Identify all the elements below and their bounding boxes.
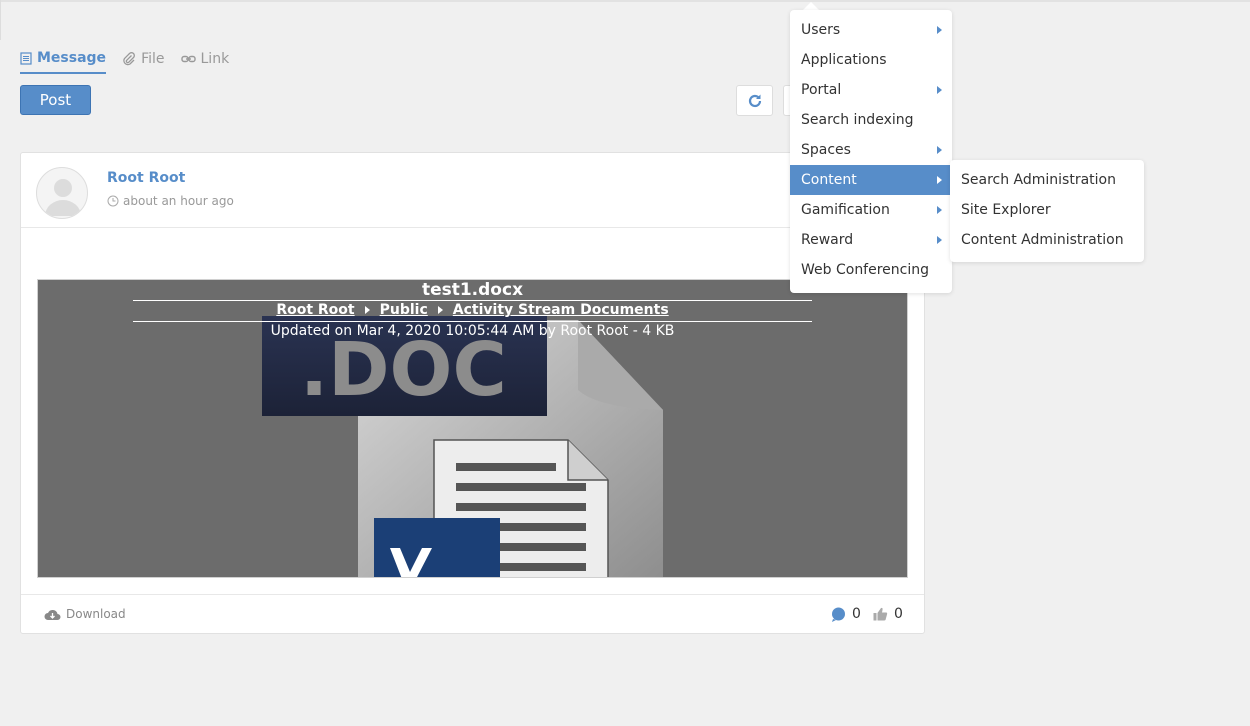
- tab-link-label: Link: [200, 51, 230, 67]
- menu-item-gamification[interactable]: Gamification: [790, 195, 950, 225]
- breadcrumb-separator-icon: [437, 306, 443, 314]
- menu-item-reward[interactable]: Reward: [790, 225, 950, 255]
- download-label: Download: [66, 607, 126, 621]
- breadcrumb-root-root[interactable]: Root Root: [276, 302, 354, 318]
- refresh-icon: [748, 94, 761, 107]
- menu-item-users[interactable]: Users: [790, 15, 950, 45]
- submenu-item-label: Site Explorer: [961, 202, 1051, 218]
- file-title[interactable]: test1.docx: [38, 280, 907, 300]
- menu-item-content[interactable]: Content: [790, 165, 950, 195]
- submenu-arrow-icon: [937, 146, 942, 154]
- menu-item-label: Users: [801, 22, 841, 38]
- activity-footer: Download 0 0: [21, 594, 924, 634]
- menu-item-label: Content: [801, 172, 857, 188]
- breadcrumb-separator-icon: [364, 306, 370, 314]
- submenu-item-content-administration[interactable]: Content Administration: [950, 225, 1144, 255]
- comment-count: 0: [852, 606, 861, 622]
- top-border: [0, 0, 1250, 2]
- submenu-arrow-icon: [937, 86, 942, 94]
- comment-button[interactable]: 0: [831, 606, 861, 622]
- menu-item-label: Applications: [801, 52, 887, 68]
- menu-item-spaces[interactable]: Spaces: [790, 135, 950, 165]
- submenu-item-label: Search Administration: [961, 172, 1116, 188]
- administration-menu: Users Applications Portal Search indexin…: [790, 10, 952, 293]
- tab-file-label: File: [141, 51, 165, 67]
- submenu-item-site-explorer[interactable]: Site Explorer: [950, 195, 1144, 225]
- title-divider-top: [133, 300, 812, 301]
- composer-tabs: Message File Link: [20, 44, 229, 74]
- submenu-item-label: Content Administration: [961, 232, 1124, 248]
- document-preview[interactable]: .DOC test1.docx Root Root Public Activit…: [37, 279, 908, 578]
- submenu-item-search-administration[interactable]: Search Administration: [950, 165, 1144, 195]
- menu-item-portal[interactable]: Portal: [790, 75, 950, 105]
- post-time: about an hour ago: [107, 194, 234, 208]
- comment-icon: [832, 607, 845, 622]
- submenu-arrow-icon: [937, 206, 942, 214]
- tab-link[interactable]: Link: [180, 44, 230, 74]
- default-user-icon: [45, 179, 81, 216]
- menu-item-label: Reward: [801, 232, 854, 248]
- activity-header: Root Root about an hour ago: [21, 153, 924, 228]
- menu-item-label: Gamification: [801, 202, 890, 218]
- paperclip-icon: [123, 52, 136, 66]
- breadcrumb: Root Root Public Activity Stream Documen…: [38, 302, 907, 318]
- file-updated-info: Updated on Mar 4, 2020 10:05:44 AM by Ro…: [270, 323, 675, 339]
- like-count: 0: [894, 606, 903, 622]
- left-border: [0, 0, 1, 40]
- tab-message-label: Message: [37, 50, 107, 66]
- menu-item-label: Search indexing: [801, 112, 914, 128]
- menu-item-applications[interactable]: Applications: [790, 45, 950, 75]
- menu-item-label: Portal: [801, 82, 842, 98]
- post-time-label: about an hour ago: [123, 194, 234, 208]
- menu-item-label: Web Conferencing: [801, 262, 930, 278]
- menu-item-search-indexing[interactable]: Search indexing: [790, 105, 950, 135]
- menu-item-web-conferencing[interactable]: Web Conferencing: [790, 255, 950, 285]
- menu-item-label: Spaces: [801, 142, 851, 158]
- breadcrumb-activity-stream-documents[interactable]: Activity Stream Documents: [453, 302, 669, 318]
- thumbs-up-icon: [873, 607, 888, 621]
- tab-message[interactable]: Message: [20, 44, 107, 74]
- post-button[interactable]: Post: [20, 85, 91, 115]
- cloud-download-icon: [44, 609, 61, 620]
- doc-art-label: .DOC: [300, 327, 507, 413]
- tab-file[interactable]: File: [122, 44, 165, 74]
- submenu-arrow-icon: [937, 236, 942, 244]
- submenu-arrow-icon: [937, 176, 942, 184]
- title-divider-bottom: [133, 321, 812, 322]
- avatar[interactable]: [36, 167, 88, 219]
- breadcrumb-public[interactable]: Public: [380, 302, 428, 318]
- like-button[interactable]: 0: [873, 606, 903, 622]
- content-submenu: Search Administration Site Explorer Cont…: [950, 160, 1144, 262]
- message-icon: [20, 51, 32, 65]
- submenu-arrow-icon: [937, 26, 942, 34]
- link-icon: [180, 55, 196, 63]
- author-name[interactable]: Root Root: [107, 170, 185, 186]
- clock-icon: [107, 195, 119, 207]
- download-link[interactable]: Download: [44, 607, 126, 621]
- refresh-button[interactable]: [736, 85, 773, 116]
